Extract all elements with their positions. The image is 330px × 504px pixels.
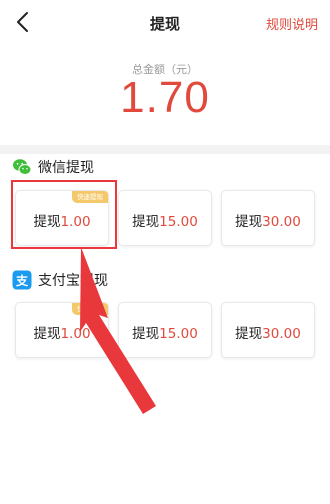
quick-withdraw-badge: 快速提现	[72, 303, 108, 315]
alipay-option-1[interactable]: 快速提现 提现1.00	[15, 302, 109, 358]
section-divider	[0, 145, 330, 154]
rules-link[interactable]: 规则说明	[266, 14, 318, 33]
option-label: 提现	[132, 214, 160, 230]
alipay-option-3[interactable]: 提现30.00	[221, 302, 315, 358]
alipay-section-header: 支 支付宝提现	[12, 270, 108, 290]
wechat-option-2[interactable]: 提现15.00	[118, 190, 212, 246]
total-amount-value: 1.70	[120, 73, 210, 122]
alipay-icon: 支	[12, 270, 32, 290]
wechat-section-title: 微信提现	[38, 160, 94, 176]
option-label: 提现	[235, 214, 263, 230]
option-amount: 30.00	[262, 326, 301, 342]
option-amount: 30.00	[262, 214, 301, 230]
option-label: 提现	[235, 326, 263, 342]
quick-withdraw-badge: 快速提现	[72, 191, 108, 203]
back-button[interactable]	[8, 7, 38, 37]
alipay-section-title: 支付宝提现	[38, 273, 108, 289]
chevron-left-icon	[17, 12, 28, 32]
wechat-option-3[interactable]: 提现30.00	[221, 190, 315, 246]
option-label: 提现	[33, 214, 61, 230]
wechat-option-1[interactable]: 快速提现 提现1.00	[15, 190, 109, 246]
option-amount: 15.00	[159, 214, 198, 230]
alipay-option-2[interactable]: 提现15.00	[118, 302, 212, 358]
option-amount: 15.00	[159, 326, 198, 342]
wechat-icon	[13, 159, 32, 175]
wechat-section-header: 微信提现	[12, 157, 94, 177]
option-amount: 1.00	[60, 214, 91, 230]
option-label: 提现	[132, 326, 160, 342]
option-amount: 1.00	[60, 326, 91, 342]
nav-bar: 提现 规则说明	[0, 0, 330, 44]
option-label: 提现	[33, 326, 61, 342]
svg-text:支: 支	[15, 273, 29, 288]
